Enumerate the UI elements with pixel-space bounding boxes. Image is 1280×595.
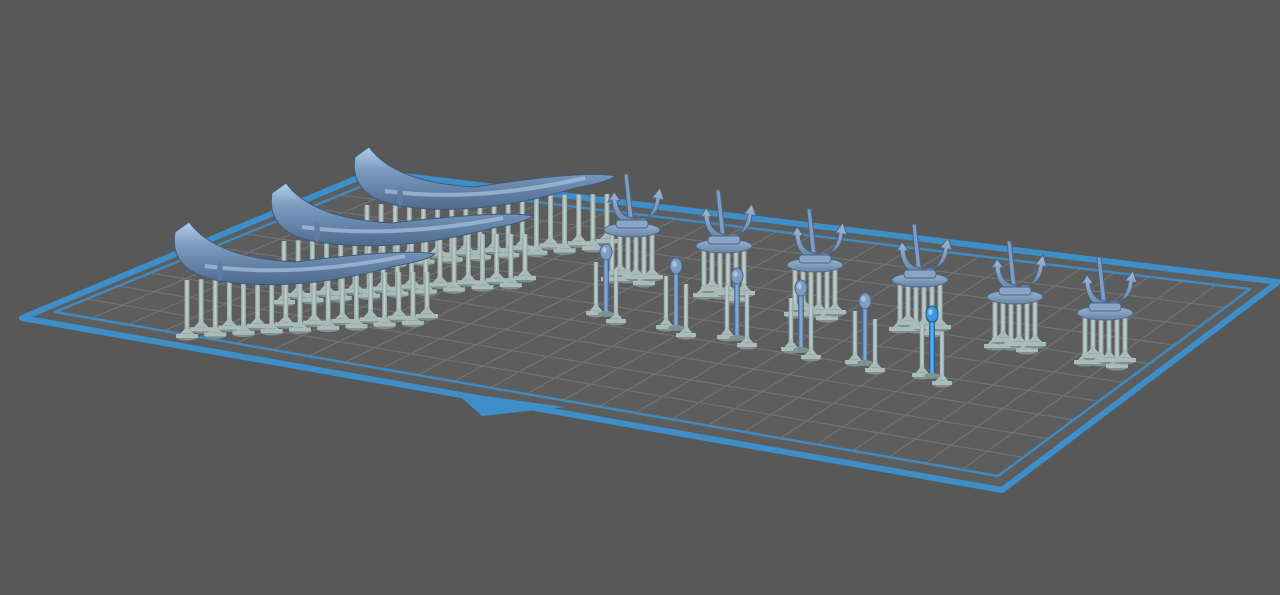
3d-viewport[interactable] [0, 0, 1280, 595]
joint-ring [314, 222, 320, 242]
build-scene[interactable] [0, 0, 1280, 595]
joint-ring [397, 186, 403, 206]
joint-ring [217, 261, 223, 281]
